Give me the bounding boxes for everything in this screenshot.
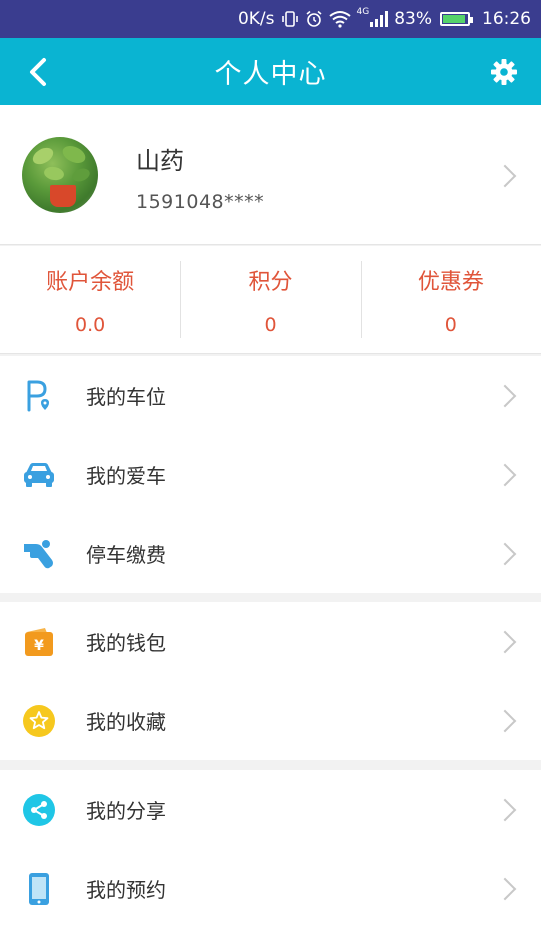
network-type: 4G — [356, 7, 370, 17]
menu-item-my-reservations[interactable]: 我的预约 — [0, 849, 541, 928]
car-icon — [22, 458, 56, 492]
stat-balance[interactable]: 账户余额 0.0 — [0, 246, 180, 353]
stat-value: 0 — [264, 314, 277, 336]
cellular-signal-icon: 4G — [357, 7, 389, 27]
header-bar: 个人中心 — [0, 38, 541, 105]
stat-label: 账户余额 — [46, 270, 135, 295]
chevron-right-icon — [493, 877, 517, 901]
menu-item-my-wallet[interactable]: ¥ 我的钱包 — [0, 602, 541, 681]
chevron-right-icon — [493, 630, 517, 654]
menu-item-my-shares[interactable]: 我的分享 — [0, 770, 541, 849]
vibrate-icon — [281, 10, 299, 28]
chevron-right-icon — [493, 542, 517, 566]
stat-coupons[interactable]: 优惠券 0 — [360, 246, 541, 353]
settings-button[interactable] — [487, 55, 521, 89]
menu-group-parking: 我的车位 我的爱车 停车缴费 — [0, 356, 541, 593]
payment-hand-icon — [22, 537, 56, 571]
profile-card[interactable]: 山药 1591048**** — [0, 105, 541, 245]
chevron-right-icon — [493, 709, 517, 733]
menu-group-share: 我的分享 我的预约 — [0, 770, 541, 928]
menu-item-label: 我的钱包 — [86, 631, 166, 655]
user-name: 山药 — [136, 147, 184, 175]
chevron-right-icon — [493, 798, 517, 822]
account-stats: 账户余额 0.0 积分 0 优惠券 0 — [0, 246, 541, 354]
avatar[interactable] — [22, 137, 98, 213]
chevron-right-icon — [493, 384, 517, 408]
chevron-right-icon — [493, 164, 517, 188]
menu-item-my-car[interactable]: 我的爱车 — [0, 435, 541, 514]
back-button[interactable] — [18, 54, 58, 90]
clock: 16:26 — [482, 9, 531, 29]
page-title: 个人中心 — [214, 59, 327, 90]
star-icon — [22, 704, 56, 738]
wifi-icon — [328, 10, 351, 28]
battery-percent: 83% — [394, 9, 432, 29]
battery-icon — [440, 12, 473, 26]
menu-item-parking-payment[interactable]: 停车缴费 — [0, 514, 541, 593]
back-arrow-icon — [30, 58, 46, 86]
stat-label: 优惠券 — [417, 270, 484, 295]
menu-item-my-parking-space[interactable]: 我的车位 — [0, 356, 541, 435]
menu-item-my-favorites[interactable]: 我的收藏 — [0, 681, 541, 760]
alarm-icon — [305, 10, 323, 28]
menu-group-wallet: ¥ 我的钱包 我的收藏 — [0, 602, 541, 760]
menu-item-label: 我的爱车 — [86, 464, 166, 488]
menu-item-label: 停车缴费 — [86, 543, 166, 567]
wallet-icon: ¥ — [22, 625, 56, 659]
phone-reservation-icon — [22, 872, 56, 906]
stat-points[interactable]: 积分 0 — [180, 246, 360, 353]
menu-item-label: 我的车位 — [86, 385, 166, 409]
parking-location-icon — [22, 379, 56, 413]
menu-item-label: 我的收藏 — [86, 710, 166, 734]
stat-label: 积分 — [248, 270, 293, 295]
stat-value: 0.0 — [75, 314, 106, 336]
network-speed: 0K/s — [237, 9, 275, 29]
chevron-right-icon — [493, 463, 517, 487]
share-icon — [22, 793, 56, 827]
user-phone: 1591048**** — [136, 191, 265, 213]
menu-item-label: 我的预约 — [86, 878, 166, 902]
status-bar: 0K/s 4G 83% 16:26 — [0, 0, 541, 38]
stat-value: 0 — [444, 314, 457, 336]
menu-item-label: 我的分享 — [86, 799, 166, 823]
svg-text:¥: ¥ — [34, 638, 44, 654]
gear-icon — [491, 59, 517, 85]
